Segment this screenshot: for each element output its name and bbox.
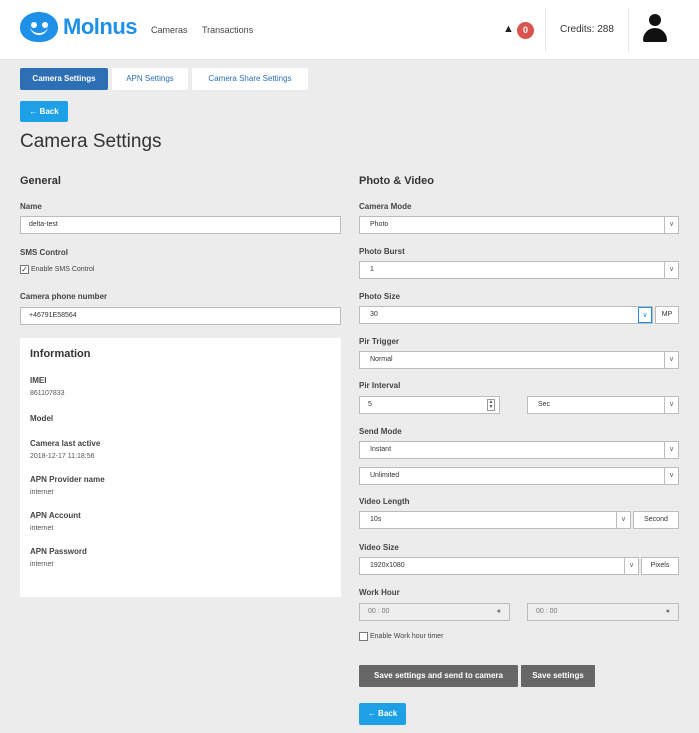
credits-display: Credits: 288 (560, 24, 614, 35)
photo-size-label: Photo Size (359, 292, 400, 301)
divider (628, 8, 629, 52)
top-navbar: Molnus Cameras Transactions ▲ 0 Credits:… (0, 0, 699, 60)
imei-label: IMEI (30, 376, 47, 385)
bell-icon[interactable]: ▲ (503, 23, 514, 35)
send-mode-select[interactable]: Instant ∨ (359, 441, 679, 459)
imei-value: 861107833 (30, 390, 65, 397)
back-button-bottom[interactable]: ← Back (359, 703, 406, 725)
back-button-top[interactable]: ← Back (20, 101, 68, 122)
video-length-unit: Second (633, 511, 679, 529)
photo-size-value: 30 (370, 311, 378, 318)
work-hour-checkbox[interactable]: Enable Work hour timer (359, 632, 443, 641)
chevron-down-icon[interactable]: ∨ (664, 352, 678, 368)
last-active-value: 2018-12-17 11:18:56 (30, 453, 95, 460)
work-hour-end-value: 00 : 00 (536, 608, 558, 615)
chevron-down-icon[interactable]: ∨ (638, 307, 652, 323)
video-length-label: Video Length (359, 497, 410, 506)
pir-interval-value: 5 (368, 401, 372, 408)
photo-size-unit: MP (655, 306, 679, 324)
divider (545, 8, 546, 52)
camera-mode-select[interactable]: Photo ∨ (359, 216, 679, 234)
work-hour-start-value: 00 : 00 (368, 608, 390, 615)
send-mode-label: Send Mode (359, 427, 402, 436)
video-size-unit: Pixels (641, 557, 679, 575)
apn-provider-label: APN Provider name (30, 475, 105, 484)
sms-checkbox-label: Enable SMS Control (31, 266, 95, 273)
user-avatar-icon[interactable] (642, 14, 668, 44)
chevron-down-icon[interactable]: ∨ (664, 217, 678, 233)
phone-field[interactable]: +46791E58564 (20, 307, 341, 325)
photo-burst-value: 1 (370, 266, 374, 273)
brand-name: Molnus (63, 14, 138, 39)
tab-apn-settings[interactable]: APN Settings (112, 68, 188, 90)
stepper-arrows-icon[interactable]: ▲ ▼ (487, 399, 495, 411)
page-title: Camera Settings (20, 131, 162, 152)
last-active-label: Camera last active (30, 439, 101, 448)
model-label: Model (30, 414, 54, 423)
sms-control-label: SMS Control (20, 248, 68, 257)
camera-mode-value: Photo (370, 221, 389, 228)
save-and-send-button[interactable]: Save settings and send to camera (359, 665, 518, 687)
pir-interval-label: Pir Interval (359, 381, 401, 390)
photo-burst-select[interactable]: 1 ∨ (359, 261, 679, 279)
checkbox-empty-icon[interactable] (359, 632, 368, 641)
notification-badge[interactable]: 0 (517, 22, 534, 39)
video-length-value: 10s (370, 516, 382, 523)
photo-video-heading: Photo & Video (359, 175, 434, 187)
photo-size-select[interactable]: 30 ∨ (359, 306, 653, 324)
chevron-down-icon[interactable]: ∨ (664, 262, 678, 278)
apn-provider-value: internet (30, 489, 54, 496)
cloud-smile-icon (20, 12, 58, 42)
pir-trigger-label: Pir Trigger (359, 337, 400, 346)
brand-logo[interactable]: Molnus (20, 12, 138, 42)
photo-burst-label: Photo Burst (359, 247, 405, 256)
tab-camera-share-settings[interactable]: Camera Share Settings (192, 68, 308, 90)
send-mode-value: Instant (370, 446, 392, 453)
camera-mode-label: Camera Mode (359, 202, 412, 211)
video-size-label: Video Size (359, 543, 399, 552)
clock-icon: ● (496, 608, 501, 615)
nav-cameras[interactable]: Cameras (151, 25, 188, 35)
chevron-down-icon[interactable]: ∨ (664, 397, 678, 413)
video-size-value: 1920x1080 (370, 562, 405, 569)
pir-trigger-value: Normal (370, 356, 393, 363)
work-hour-start-field[interactable]: 00 : 00 ● (359, 603, 510, 621)
send-limit-value: Unlimited (370, 472, 400, 479)
send-limit-select[interactable]: Unlimited ∨ (359, 467, 679, 485)
information-panel: Information IMEI 861107833 Model Camera … (20, 338, 341, 597)
pir-interval-unit-value: Sec (538, 401, 551, 408)
name-label: Name (20, 202, 42, 211)
name-field[interactable]: delta-test (20, 216, 341, 234)
chevron-down-icon[interactable]: ∨ (624, 558, 638, 574)
clock-icon: ● (665, 608, 670, 615)
check-icon[interactable]: ✓ (20, 265, 29, 274)
pir-interval-stepper[interactable]: 5 ▲ ▼ (359, 396, 500, 414)
work-hour-end-field[interactable]: 00 : 00 ● (527, 603, 679, 621)
pir-interval-unit-select[interactable]: Sec ∨ (527, 396, 679, 414)
information-heading: Information (30, 348, 91, 360)
work-hour-checkbox-label: Enable Work hour timer (370, 633, 444, 640)
apn-account-value: internet (30, 525, 54, 532)
save-settings-button[interactable]: Save settings (521, 665, 595, 687)
phone-label: Camera phone number (20, 292, 108, 301)
sms-control-checkbox[interactable]: ✓ Enable SMS Control (20, 265, 94, 274)
chevron-down-icon[interactable]: ∨ (664, 442, 678, 458)
apn-account-label: APN Account (30, 511, 81, 520)
nav-transactions[interactable]: Transactions (202, 25, 253, 35)
tab-camera-settings[interactable]: Camera Settings (20, 68, 108, 90)
work-hour-label: Work Hour (359, 588, 400, 597)
general-heading: General (20, 175, 61, 187)
apn-password-value: internet (30, 561, 54, 568)
pir-trigger-select[interactable]: Normal ∨ (359, 351, 679, 369)
apn-password-label: APN Password (30, 547, 87, 556)
video-size-select[interactable]: 1920x1080 ∨ (359, 557, 639, 575)
chevron-down-icon[interactable]: ∨ (664, 468, 678, 484)
video-length-select[interactable]: 10s ∨ (359, 511, 631, 529)
chevron-down-icon[interactable]: ∨ (616, 512, 630, 528)
